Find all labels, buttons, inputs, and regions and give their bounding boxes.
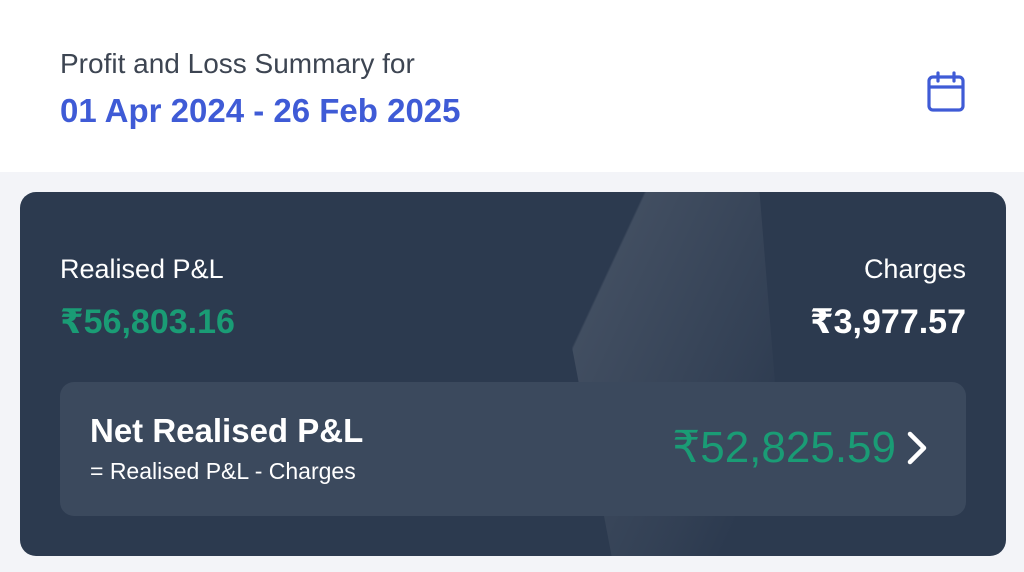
pnl-summary-card: Realised P&L ₹56,803.16 Charges ₹3,977.5… — [20, 192, 1006, 556]
calendar-button[interactable] — [920, 66, 972, 118]
date-range[interactable]: 01 Apr 2024 - 26 Feb 2025 — [60, 92, 461, 130]
realised-pnl-label: Realised P&L — [60, 254, 224, 284]
charges-value: ₹3,977.57 — [809, 303, 966, 341]
chevron-right-icon[interactable] — [902, 428, 934, 468]
net-realised-pnl-value: ₹52,825.59 — [672, 423, 896, 472]
charges-label: Charges — [863, 254, 966, 284]
net-realised-pnl-row[interactable]: Net Realised P&L = Realised P&L - Charge… — [60, 382, 966, 516]
calendar-icon — [927, 71, 965, 112]
header-subtitle: Profit and Loss Summary for — [60, 48, 415, 79]
realised-pnl-value: ₹56,803.16 — [60, 303, 235, 341]
net-realised-pnl-title: Net Realised P&L — [90, 412, 364, 449]
summary-header: Profit and Loss Summary for 01 Apr 2024 … — [0, 0, 1024, 172]
net-realised-pnl-formula: = Realised P&L - Charges — [90, 458, 356, 484]
